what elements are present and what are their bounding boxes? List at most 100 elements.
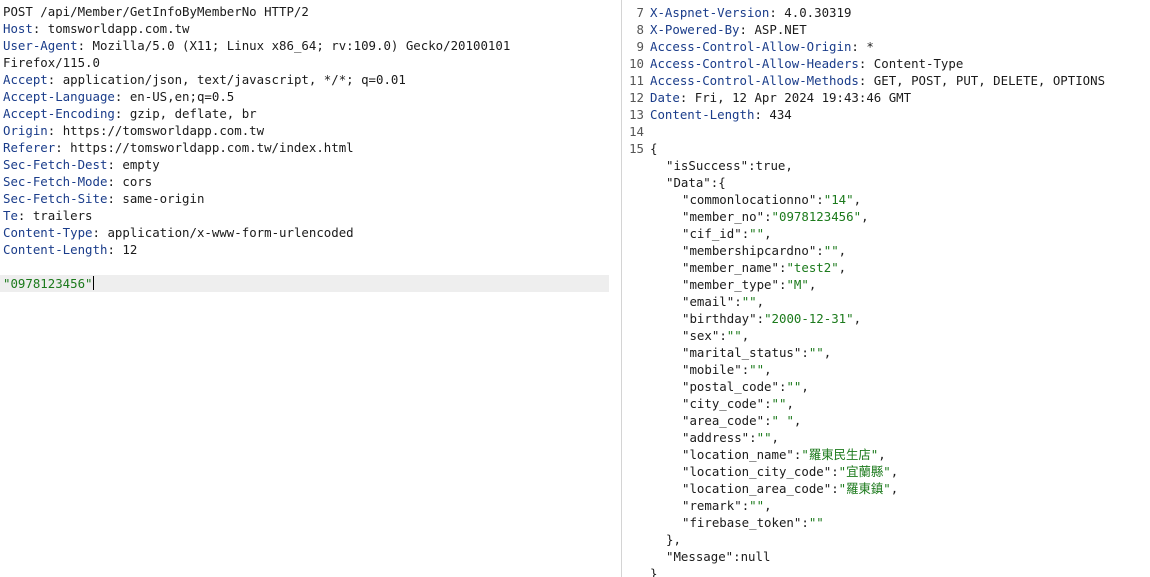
json-key: "sex" [682,328,720,343]
json-value: " " [771,413,794,428]
json-value: "" [823,243,839,258]
json-key: "mobile" [682,362,742,377]
json-comma: , [793,413,802,428]
json-comma: , [823,345,832,360]
blank-line: 14 [624,123,1150,140]
response-viewer-pane[interactable]: 7 X-Aspnet-Version: 4.0.30319 8 X-Powered-B… [624,0,1150,577]
json-field-line: "city_code":"", [682,396,794,411]
json-comma: , [838,243,847,258]
json-line: }, [624,531,1150,548]
json-value: "" [749,226,765,241]
header-name: Content-Length [650,107,755,122]
response-header-line: 11 Access-Control-Allow-Methods: GET, POS… [624,72,1150,89]
header-value: Firefox/115.0 [3,55,100,70]
header-value: gzip, deflate, br [129,106,257,121]
request-line: POST /api/Member/GetInfoByMemberNo HTTP/… [0,3,611,20]
request-body-line[interactable]: "0978123456" [0,275,609,292]
header-name: Accept-Encoding [3,106,115,121]
header-name: Sec-Fetch-Dest [3,157,108,172]
header-value: application/x-www-form-urlencoded [107,225,354,240]
json-key: "membershipcardno" [682,243,817,258]
request-header-line: Origin: https://tomsworldapp.com.tw [3,123,265,138]
header-name: Content-Length [3,242,108,257]
json-value: "14" [823,192,854,207]
header-value: cors [122,174,153,189]
json-value: "" [741,294,757,309]
json-line: "Message":null [624,548,1150,565]
header-name: Date [650,90,680,105]
json-comma: , [756,294,765,309]
header-value: https://tomsworldapp.com.tw/index.html [70,140,354,155]
request-header-line: Sec-Fetch-Mode: cors [3,174,153,189]
json-field-line: "birthday":"2000-12-31", [682,311,862,326]
json-comma: , [878,447,886,462]
line-number: 11 [629,73,644,88]
json-line: "Data":{ [624,174,1150,191]
header-name: Accept-Language [3,89,115,104]
header-name: Access-Control-Allow-Methods [650,73,859,88]
header-name: Host [3,21,33,36]
header-name: Sec-Fetch-Mode [3,174,108,189]
request-header-line: Content-Type: application/x-www-form-url… [3,225,354,240]
header-name: Access-Control-Allow-Origin [650,39,852,54]
json-comma: , [853,192,862,207]
json-field-line: "email":"", [682,294,765,309]
header-name: X-Powered-By [650,22,740,37]
json-field-line: "sex":"", [682,328,750,343]
json-key: "address" [682,430,750,445]
line-number: 15 [629,141,644,156]
json-value: "test2" [786,260,839,275]
json-close-line: } [624,565,1150,577]
json-field-line: "firebase_token":"" [682,515,824,530]
response-header-line: 9 Access-Control-Allow-Origin: * [624,38,1150,55]
json-field-line: "area_code":" ", [682,413,802,428]
json-value: "" [749,498,765,513]
header-name: Content-Type [3,225,93,240]
json-comma: , [786,396,794,411]
header-name: User-Agent [3,38,78,53]
json-key: "postal_code" [682,379,779,394]
json-key: "member_type" [682,277,779,292]
json-comma: , [853,311,862,326]
header-value: same-origin [122,191,205,206]
header-name: X-Aspnet-Version [650,5,770,20]
json-value: "" [749,362,765,377]
json-key: "remark" [682,498,742,513]
request-header-line: User-Agent: Mozilla/5.0 (X11; Linux x86_… [3,38,511,53]
json-line: "isSuccess":true, [666,158,793,173]
json-field-line: "remark":"", [682,498,772,513]
json-field-line: "location_name":"羅東民生店", [682,447,886,462]
header-value: application/json, text/javascript, */*; … [62,72,406,87]
json-comma: , [838,260,847,275]
line-number: 7 [636,5,644,20]
header-value: tomsworldapp.com.tw [47,21,190,36]
json-value: "宜蘭縣" [838,464,891,479]
json-key: "cif_id" [682,226,742,241]
json-key: "member_no" [682,209,765,224]
json-value: "" [786,379,802,394]
request-lines: POST /api/Member/GetInfoByMemberNo HTTP/… [0,0,611,292]
pane-divider[interactable] [621,0,622,577]
line-number: 9 [636,39,644,54]
request-editor-pane[interactable]: POST /api/Member/GetInfoByMemberNo HTTP/… [0,0,611,577]
header-value: 12 [122,242,138,257]
header-name: Te [3,208,18,223]
response-header-line: 13 Content-Length: 434 [624,106,1150,123]
json-key: "marital_status" [682,345,802,360]
line-number: 14 [629,124,644,139]
json-field-line: "member_name":"test2", [682,260,847,275]
request-body: "0978123456" [3,276,93,291]
response-header-line: 10 Access-Control-Allow-Headers: Content-… [624,55,1150,72]
header-name: Referer [3,140,56,155]
json-value: "" [771,396,787,411]
json-field-line: "commonlocationno":"14", [682,192,862,207]
json-field-line: "address":"", [682,430,779,445]
json-key: "location_city_code" [682,464,832,479]
header-value: empty [122,157,160,172]
header-value: 434 [769,107,792,122]
request-header-line: Te: trailers [3,208,93,223]
json-comma: , [890,464,899,479]
request-header-line: Sec-Fetch-Dest: empty [3,157,160,172]
response-header-line: 7 X-Aspnet-Version: 4.0.30319 [624,4,1150,21]
